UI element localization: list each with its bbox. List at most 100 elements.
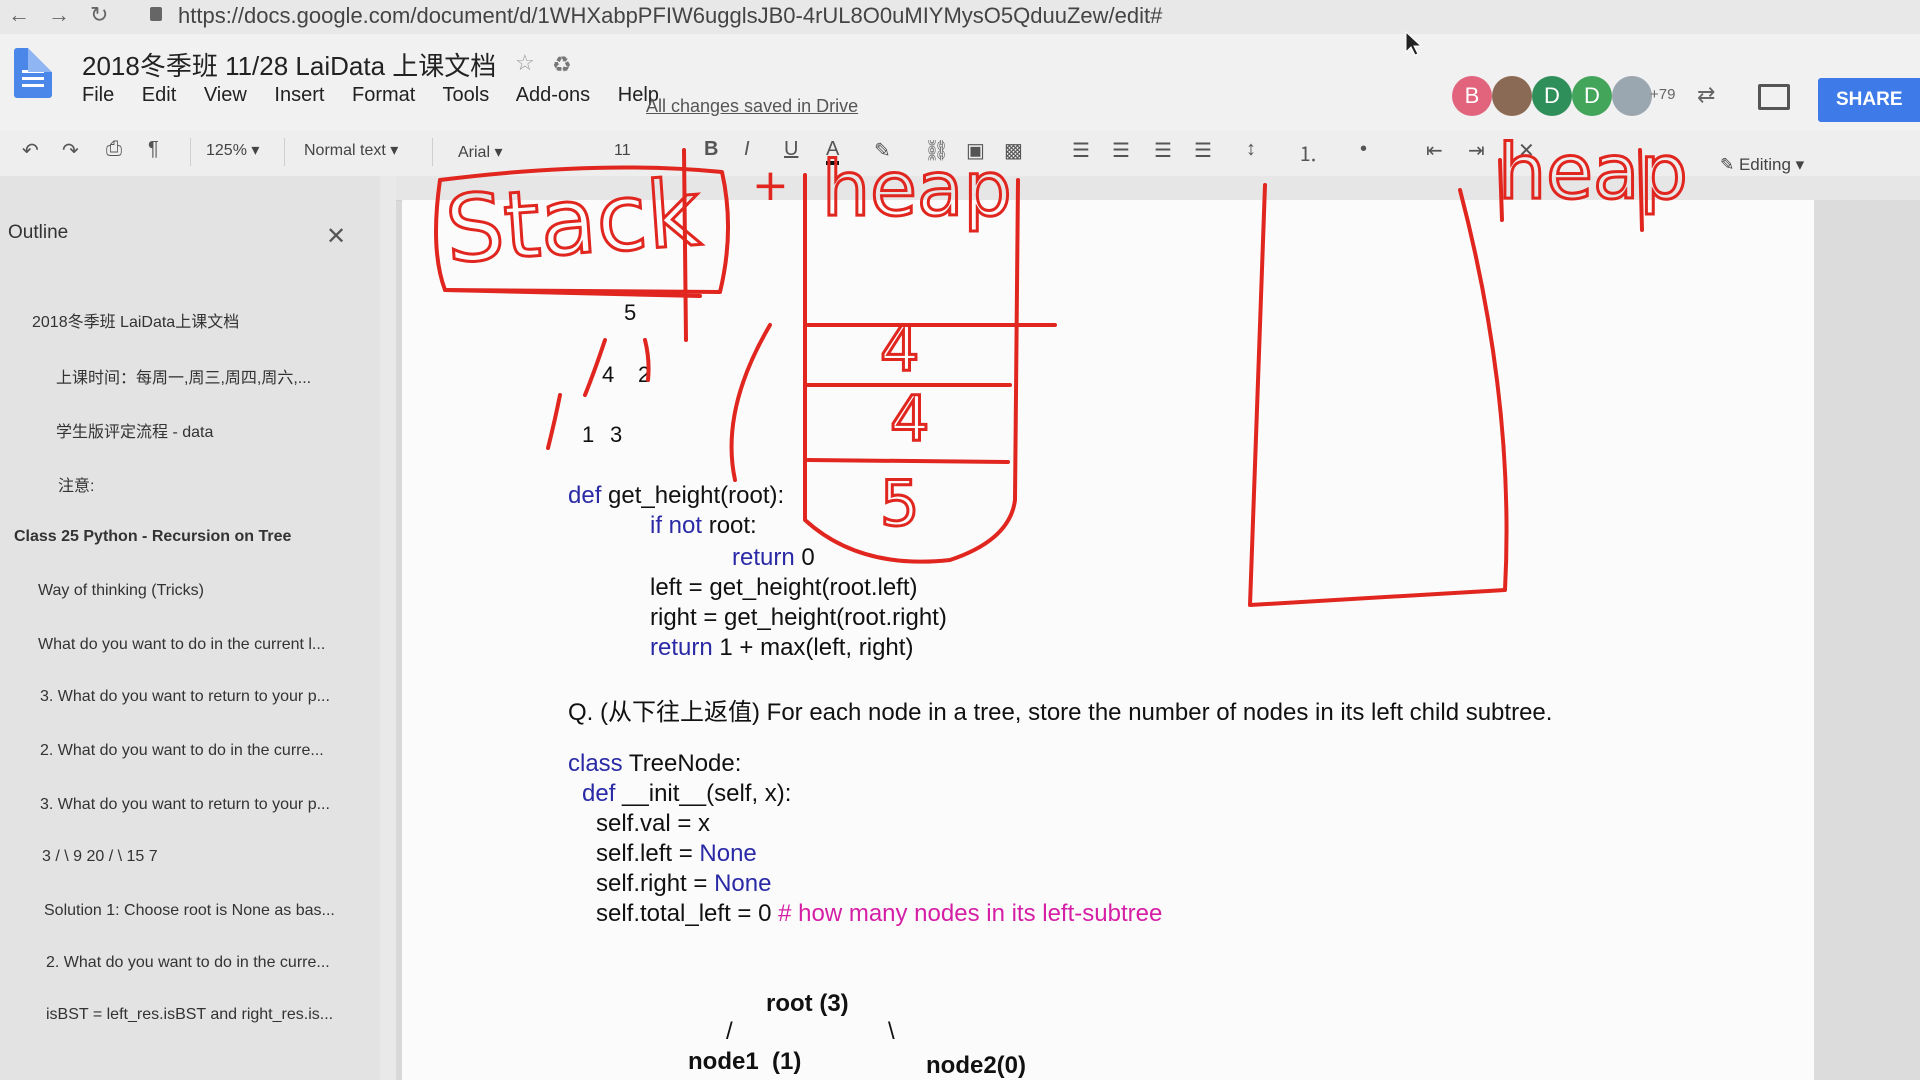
move-to-folder-icon[interactable]: ♻	[552, 52, 572, 78]
save-status-link[interactable]: All changes saved in Drive	[646, 96, 858, 117]
tree-node: 2	[638, 362, 651, 387]
line-spacing-icon[interactable]: ↕	[1246, 138, 1256, 161]
outline-item[interactable]: 2. What do you want to do in the curre..…	[46, 954, 330, 972]
text-color-icon[interactable]: A	[826, 138, 840, 165]
present-icon[interactable]: ⇄	[1697, 82, 1715, 108]
tree-node: 3	[610, 422, 623, 447]
code-line: self.total_left = 0 # how many nodes in …	[596, 900, 1163, 927]
increase-indent-icon[interactable]: ⇥	[1468, 138, 1485, 163]
close-icon[interactable]: ✕	[326, 222, 346, 251]
diagram-edge-right: \	[888, 1018, 895, 1045]
outline-item[interactable]: Solution 1: Choose root is None as bas..…	[44, 902, 335, 920]
collaborator-avatar[interactable]: D	[1532, 76, 1572, 116]
browser-address-bar: ← → ↻ https://docs.google.com/document/d…	[0, 0, 1920, 34]
tree-node: 5	[624, 300, 637, 325]
horizontal-ruler[interactable]	[396, 176, 1920, 201]
code-line: left = get_height(root.left)	[650, 574, 918, 601]
align-justify-icon[interactable]: ☰	[1194, 138, 1212, 163]
menu-view[interactable]: View	[204, 84, 247, 106]
code-line: return 0	[732, 544, 815, 571]
code-line: self.right = None	[596, 870, 772, 897]
outline-item[interactable]: 2. What do you want to do in the curre..…	[40, 742, 324, 760]
reload-icon[interactable]: ↻	[90, 2, 108, 28]
outline-item[interactable]: What do you want to do in the current l.…	[38, 636, 325, 654]
code-line: class TreeNode:	[568, 750, 742, 777]
highlight-icon[interactable]: ✎	[874, 138, 891, 163]
forward-icon[interactable]: →	[48, 2, 70, 28]
editing-mode-select[interactable]: ✎ Editing ▾	[1720, 155, 1804, 175]
align-center-icon[interactable]: ☰	[1112, 138, 1130, 163]
code-line: self.left = None	[596, 840, 757, 867]
code-line: def __init__(self, x):	[582, 780, 792, 807]
menu-bar: File Edit View Insert Format Tools Add-o…	[82, 84, 681, 107]
outline-item[interactable]: 学生版评定流程 - data	[56, 418, 213, 442]
outline-item[interactable]: 3. What do you want to return to your p.…	[40, 688, 330, 706]
paint-format-icon[interactable]: ¶	[148, 138, 159, 161]
menu-file[interactable]: File	[82, 84, 114, 106]
docs-logo-icon[interactable]	[14, 48, 52, 98]
collaborator-avatar[interactable]: D	[1572, 76, 1612, 116]
document-page[interactable]	[402, 200, 1814, 1080]
document-title[interactable]: 2018冬季班 11/28 LaiData 上课文档	[82, 46, 496, 83]
zoom-select[interactable]: 125% ▾	[206, 140, 259, 160]
code-line: self.val = x	[596, 810, 711, 837]
underline-icon[interactable]: U	[784, 138, 798, 161]
diagram-root: root (3)	[766, 990, 849, 1017]
code-line: return 1 + max(left, right)	[650, 634, 914, 661]
diagram-edge-left: /	[726, 1018, 733, 1045]
menu-insert[interactable]: Insert	[274, 84, 324, 106]
font-select[interactable]: Arial ▾	[458, 142, 503, 162]
comments-icon[interactable]	[1758, 84, 1790, 110]
numbered-list-icon[interactable]: ⒈	[1298, 138, 1318, 167]
code-line: right = get_height(root.right)	[650, 604, 947, 631]
code-line: if not root:	[650, 512, 757, 539]
italic-icon[interactable]: I	[744, 138, 750, 161]
url-text[interactable]: https://docs.google.com/document/d/1WHXa…	[178, 3, 1162, 29]
redo-icon[interactable]: ↷	[62, 138, 79, 163]
question-text: Q. (从下往上返值) For each node in a tree, sto…	[568, 699, 1553, 726]
menu-edit[interactable]: Edit	[142, 84, 176, 106]
clear-formatting-icon[interactable]: ✕	[1518, 138, 1535, 163]
diagram-node1: node1 (1)	[688, 1048, 802, 1075]
decrease-indent-icon[interactable]: ⇤	[1426, 138, 1443, 163]
bulleted-list-icon[interactable]: •	[1360, 138, 1367, 161]
align-right-icon[interactable]: ☰	[1154, 138, 1172, 163]
undo-icon[interactable]: ↶	[22, 138, 39, 163]
menu-tools[interactable]: Tools	[443, 84, 490, 106]
paragraph-style-select[interactable]: Normal text ▾	[304, 140, 398, 160]
link-icon[interactable]: ⛓	[924, 138, 949, 163]
tree-node: 4	[602, 362, 615, 387]
code-line: def get_height(root):	[568, 482, 785, 509]
print-icon[interactable]: ⎙	[106, 138, 122, 161]
back-icon[interactable]: ←	[8, 2, 30, 28]
bold-icon[interactable]: B	[704, 138, 718, 161]
outline-item[interactable]: 上课时间：每周一,周三,周四,周六,...	[56, 364, 311, 388]
star-icon[interactable]: ☆	[515, 50, 535, 76]
image-icon[interactable]: ▩	[1004, 138, 1023, 163]
outline-title: Outline	[8, 222, 69, 243]
collaborator-avatar[interactable]	[1492, 76, 1532, 116]
vertical-ruler	[380, 176, 396, 1080]
outline-item[interactable]: 注意:	[58, 472, 94, 496]
page-margin	[1814, 200, 1920, 1080]
outline-item[interactable]: 3 / \ 9 20 / \ 15 7	[42, 848, 158, 866]
mouse-cursor-icon	[1405, 30, 1423, 56]
outline-item[interactable]: Way of thinking (Tricks)	[38, 582, 204, 600]
align-left-icon[interactable]: ☰	[1072, 138, 1090, 163]
lock-icon	[150, 7, 162, 21]
outline-item[interactable]: 2018冬季班 LaiData上课文档	[32, 308, 239, 332]
collaborator-avatar[interactable]	[1612, 76, 1652, 116]
outline-item[interactable]: 3. What do you want to return to your p.…	[40, 796, 330, 814]
diagram-node2: node2(0)	[926, 1052, 1027, 1079]
font-size-select[interactable]: 11	[614, 142, 631, 160]
comment-add-icon[interactable]: ▣	[966, 138, 985, 163]
menu-format[interactable]: Format	[352, 84, 415, 106]
outline-item[interactable]: Class 25 Python - Recursion on Tree	[14, 528, 291, 546]
share-button[interactable]: SHARE	[1818, 78, 1920, 122]
collaborator-avatar[interactable]: B	[1452, 76, 1492, 116]
more-collaborators-count[interactable]: +79	[1650, 86, 1675, 103]
formatting-toolbar	[0, 130, 1920, 177]
outline-item[interactable]: isBST = left_res.isBST and right_res.is.…	[46, 1006, 333, 1024]
menu-addons[interactable]: Add-ons	[516, 84, 591, 106]
tree-node: 1	[582, 422, 595, 447]
